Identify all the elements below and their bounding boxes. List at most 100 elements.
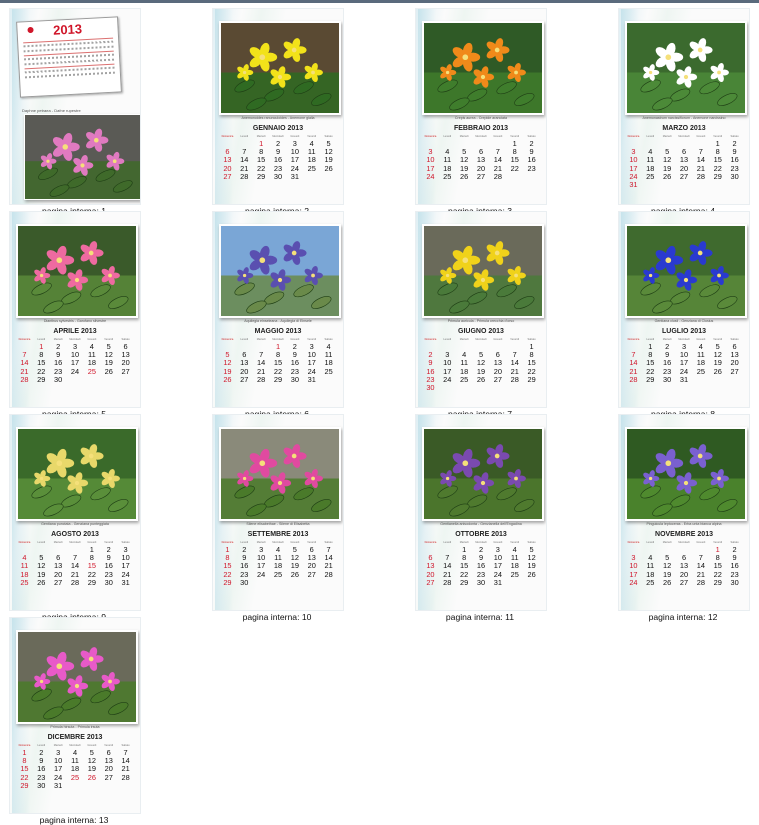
day-number: 29 <box>37 374 46 384</box>
flower-photo <box>625 21 747 115</box>
weekday-label: Mercoledì <box>69 744 81 747</box>
weekday-header: Domenica Lunedì Martedì Mercoledì Giovedì Ven… <box>422 338 540 341</box>
weekday-label: Mercoledì <box>272 541 284 544</box>
flower-photo <box>16 224 138 318</box>
weekday-header: Domenica Lunedì Martedì Mercoledì Giovedì Ven… <box>422 541 540 544</box>
weekday-label: Venerdì <box>307 338 317 341</box>
month-title: LUGLIO 2013 <box>662 328 706 335</box>
day-number: 25 <box>510 569 519 579</box>
weekday-label: Martedì <box>53 744 63 747</box>
cover-year-calendar: 2013 <box>16 16 122 98</box>
calendar-page: Silene elisabethae - Silene di Elisabett… <box>212 414 344 611</box>
month-grid: 1 2 3 4 5 6 7 8 9 10 11 12 13 14 15 16 17 18 19 20 21 22 23 24 2… <box>219 139 337 181</box>
calendar-page: Primula hirsuta - Primula irsuta DICEMBRE… <box>9 617 141 814</box>
week-row: 28 29 30 31 <box>625 374 743 384</box>
day-number: 27 <box>493 374 502 384</box>
weekday-label: Lunedì <box>646 338 655 341</box>
weekday-label: Sabato <box>324 135 333 138</box>
day-number: 28 <box>257 374 266 384</box>
day-number: 31 <box>307 374 316 384</box>
day-number: 28 <box>629 374 638 384</box>
photo-caption: Crepis aurea - Crepide aranciata <box>454 116 508 120</box>
flower-photo <box>219 427 341 521</box>
day-number: 24 <box>629 577 638 587</box>
photo-caption: Dianthus sylvestris - Garofano silvestre <box>43 319 107 323</box>
weekday-header: Domenica Lunedì Martedì Mercoledì Giovedì Ven… <box>625 135 743 138</box>
day-number <box>303 173 320 181</box>
weekday-label: Giovedì <box>696 135 706 138</box>
day-number <box>117 782 134 790</box>
day-number: 26 <box>87 772 96 782</box>
week-row: 24 25 26 27 28 29 30 <box>625 577 743 587</box>
weekday-label: Lunedì <box>240 135 249 138</box>
day-number: 28 <box>696 577 705 587</box>
photo-caption: Gentiana punctata - Genziana punteggiata <box>41 522 109 526</box>
weekday-label: Sabato <box>527 541 536 544</box>
weekday-label: Martedì <box>256 135 266 138</box>
month-grid: 1 2 3 4 5 6 7 8 9 10 11 12 13 14 15 16 17 18 19 20 21 22 23 24 2… <box>16 342 134 384</box>
weekday-label: Venerdì <box>104 338 114 341</box>
day-number: 26 <box>663 171 672 181</box>
calendar-page: Primula auricula - Primula orecchia d'or… <box>415 211 547 408</box>
flower-photo <box>422 427 544 521</box>
day-number: 31 <box>629 179 638 189</box>
weekday-header: Domenica Lunedì Martedì Mercoledì Giovedì Ven… <box>219 338 337 341</box>
day-number: 25 <box>646 577 655 587</box>
page-label[interactable]: pagina interna: 10 <box>212 612 342 622</box>
day-number <box>726 181 743 189</box>
month-grid: 1 2 3 4 5 6 7 8 9 10 11 12 13 14 15 16 17 18 19 20 21 22 23 24 2… <box>625 139 743 189</box>
day-number <box>506 579 523 587</box>
week-row: 24 25 26 27 28 29 30 <box>625 171 743 181</box>
day-number: 26 <box>713 366 722 376</box>
day-number <box>709 376 726 384</box>
day-number: 25 <box>273 569 283 579</box>
week-row: 28 29 30 <box>16 374 134 384</box>
weekday-label: Martedì <box>459 338 469 341</box>
weekday-label: Mercoledì <box>272 135 284 138</box>
day-number <box>270 579 287 587</box>
day-number <box>676 181 693 189</box>
day-number: 28 <box>324 569 333 579</box>
day-number: 24 <box>443 374 452 384</box>
weekday-header: Domenica Lunedì Martedì Mercoledì Giovedì Ven… <box>219 135 337 138</box>
day-number: 29 <box>646 374 655 384</box>
day-number <box>692 376 709 384</box>
day-number: 30 <box>240 577 249 587</box>
weekday-label: Venerdì <box>713 135 723 138</box>
weekday-label: Martedì <box>459 135 469 138</box>
weekday-header: Domenica Lunedì Martedì Mercoledì Giovedì Ven… <box>16 744 134 747</box>
day-number: 26 <box>324 163 333 173</box>
day-number <box>709 181 726 189</box>
day-number: 27 <box>223 171 232 181</box>
weekday-label: Sabato <box>730 338 739 341</box>
weekday-label: Giovedì <box>290 338 300 341</box>
page-label[interactable]: pagina interna: 12 <box>618 612 748 622</box>
day-number: 27 <box>104 772 113 782</box>
day-number: 26 <box>290 569 299 579</box>
day-number <box>253 579 270 587</box>
day-number: 28 <box>443 577 452 587</box>
calendar-page: Gentiana clusii - Genziana di Clusius LUG… <box>618 211 750 408</box>
day-number: 27 <box>307 569 316 579</box>
flower-photo <box>16 427 138 521</box>
day-number: 30 <box>426 382 435 392</box>
weekday-label: Giovedì <box>493 541 503 544</box>
page-label[interactable]: pagina interna: 11 <box>415 612 545 622</box>
weekday-label: Giovedì <box>290 135 300 138</box>
page-label[interactable]: pagina interna: 13 <box>9 815 139 825</box>
cover-year: 2013 <box>52 21 83 38</box>
weekday-label: Domenica <box>18 541 31 544</box>
day-number: 26 <box>37 577 46 587</box>
weekday-label: Venerdì <box>104 541 114 544</box>
flower-photo <box>422 21 544 115</box>
weekday-label: Venerdì <box>510 135 520 138</box>
day-number: 29 <box>257 171 266 181</box>
calendar-page: Pinguicula leptoceras - Erba unta bianca… <box>618 414 750 611</box>
month-grid: 1 2 3 4 5 6 7 8 9 10 11 12 13 14 15 16 17 18 19 20 21 22 23 24 2… <box>625 545 743 587</box>
week-row: 21 22 23 24 25 26 27 <box>16 367 134 376</box>
weekday-label: Venerdì <box>307 541 317 544</box>
day-number: 27 <box>476 171 486 181</box>
flower-photo <box>16 630 138 724</box>
weekday-label: Giovedì <box>87 338 97 341</box>
weekday-label: Giovedì <box>696 338 706 341</box>
